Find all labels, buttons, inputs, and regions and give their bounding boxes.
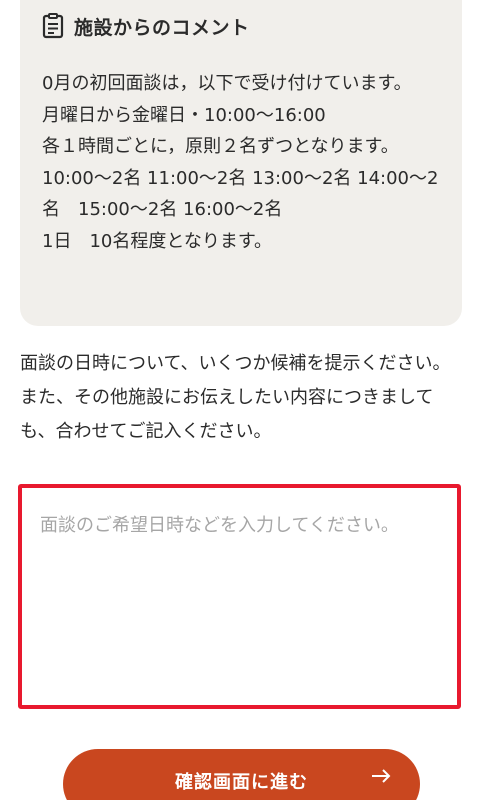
comment-textarea[interactable] xyxy=(22,488,457,705)
confirm-button-label: 確認画面に進む xyxy=(175,772,308,792)
instruction-text: 面談の日時について、いくつか候補を提示ください。 また、その他施設にお伝えしたい… xyxy=(20,347,464,449)
facility-comment-card: 施設からのコメント 0月の初回面談は，以下で受け付けています。 月曜日から金曜日… xyxy=(20,0,462,326)
comment-textarea-container xyxy=(18,484,461,709)
confirm-button[interactable]: 確認画面に進む xyxy=(63,749,420,800)
arrow-right-icon xyxy=(370,765,392,787)
instruction-line: また、その他施設にお伝えしたい内容につきましても、合わせてご記入ください。 xyxy=(20,387,434,442)
card-header: 施設からのコメント xyxy=(42,10,444,42)
memo-icon xyxy=(42,13,64,39)
comment-line: 各１時間ごとに，原則２名ずつとなります。 xyxy=(42,136,399,157)
comment-line: 10:00〜2名 11:00〜2名 13:00〜2名 14:00〜2名 15:0… xyxy=(42,167,439,221)
card-body: 0月の初回面談は，以下で受け付けています。 月曜日から金曜日・10:00〜16:… xyxy=(42,68,444,257)
comment-line: 0月の初回面談は，以下で受け付けています。 xyxy=(42,73,412,94)
comment-line: 月曜日から金曜日・10:00〜16:00 xyxy=(42,104,326,126)
comment-line: 1日 10名程度となります。 xyxy=(42,230,273,252)
instruction-line: 面談の日時について、いくつか候補を提示ください。 xyxy=(20,353,451,374)
card-title: 施設からのコメント xyxy=(74,16,250,39)
